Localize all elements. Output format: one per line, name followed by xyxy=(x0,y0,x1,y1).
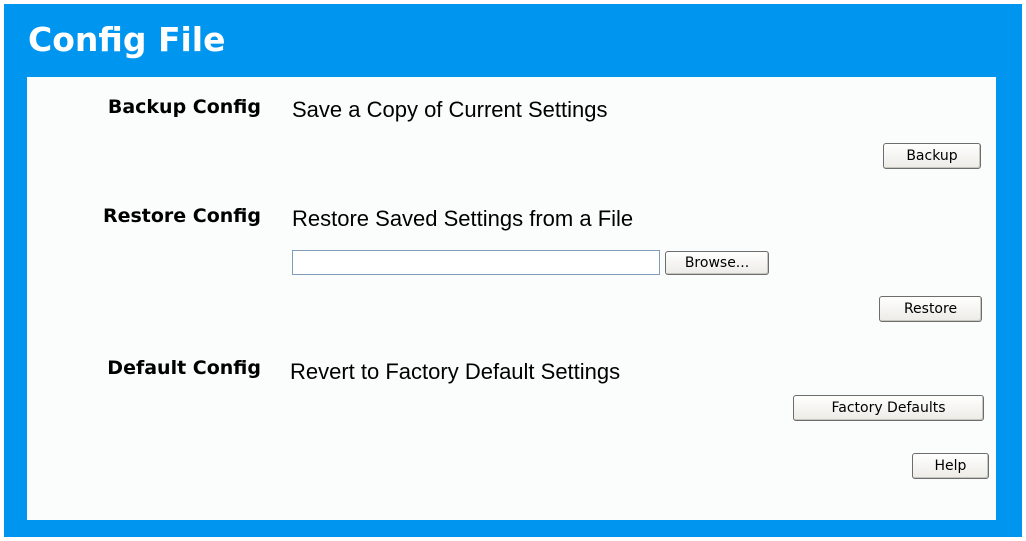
backup-config-label: Backup Config xyxy=(107,96,261,118)
help-button[interactable]: Help xyxy=(912,453,989,479)
default-config-label: Default Config xyxy=(107,357,261,379)
backup-description: Save a Copy of Current Settings xyxy=(292,97,608,122)
restore-file-input[interactable] xyxy=(292,250,660,275)
restore-config-label: Restore Config xyxy=(102,205,261,227)
config-file-frame: Config File Backup Config Save a Copy of… xyxy=(4,4,1022,537)
page-title: Config File xyxy=(28,20,226,59)
factory-defaults-button[interactable]: Factory Defaults xyxy=(793,395,984,421)
backup-button[interactable]: Backup xyxy=(883,143,981,169)
browse-button[interactable]: Browse... xyxy=(665,251,769,275)
config-panel: Backup Config Save a Copy of Current Set… xyxy=(27,77,996,520)
restore-button[interactable]: Restore xyxy=(879,296,982,322)
restore-description: Restore Saved Settings from a File xyxy=(292,206,634,231)
default-description: Revert to Factory Default Settings xyxy=(290,359,621,384)
